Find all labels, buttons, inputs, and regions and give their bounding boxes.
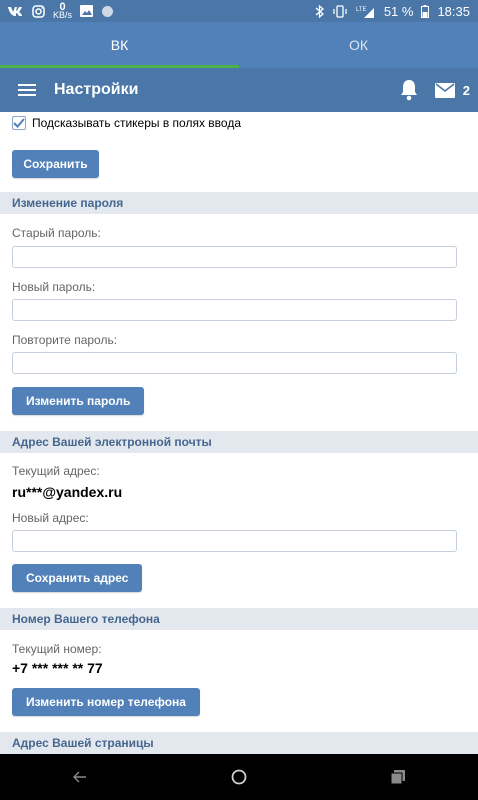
recent-apps-icon[interactable]: [368, 754, 428, 800]
system-nav-bar: [0, 754, 478, 800]
email-section-header: Адрес Вашей электронной почты: [0, 431, 478, 453]
save-email-button[interactable]: Сохранить адрес: [12, 564, 143, 592]
notifications-bell-icon[interactable]: [391, 68, 427, 112]
new-email-label: Новый адрес:: [12, 511, 89, 525]
new-email-input[interactable]: [12, 530, 457, 552]
tab-ok-label: ОК: [348, 37, 369, 53]
lte-icon: LTE: [356, 5, 376, 18]
net-speed-unit: KB/s: [53, 10, 73, 20]
image-icon: [80, 5, 94, 17]
clock: 18:35: [437, 3, 470, 19]
tab-vk-label: ВК: [110, 37, 129, 53]
change-password-button[interactable]: Изменить пароль: [12, 387, 145, 415]
messages-button[interactable]: 2: [434, 82, 470, 98]
menu-icon[interactable]: [0, 68, 54, 112]
settings-content: Подсказывать стикеры в полях ввода Сохра…: [0, 112, 478, 754]
change-phone-button[interactable]: Изменить номер телефона: [12, 688, 200, 716]
vibrate-icon: [332, 4, 348, 18]
instagram-icon: [32, 4, 45, 18]
circle-icon: [101, 5, 114, 18]
current-phone-label: Текущий номер:: [12, 642, 102, 656]
repeat-password-input[interactable]: [12, 352, 457, 374]
net-speed: 0 KB/s: [53, 2, 73, 20]
svg-text:LTE: LTE: [356, 7, 367, 13]
messages-count-badge: 2: [462, 82, 470, 98]
checkmark-icon: [13, 118, 25, 128]
current-phone-value: +7 *** *** ** 77: [12, 660, 103, 676]
bluetooth-icon: [315, 4, 324, 18]
account-tabs: ВК ОК: [0, 22, 478, 68]
tab-ok[interactable]: ОК: [239, 22, 478, 68]
app-header: Настройки 2: [0, 68, 478, 112]
home-icon[interactable]: [209, 754, 269, 800]
page-title: Настройки: [54, 81, 139, 98]
current-email-label: Текущий адрес:: [12, 464, 100, 478]
old-password-label: Старый пароль:: [12, 226, 101, 240]
vk-icon: [8, 6, 24, 16]
screen: { "status_bar": { "icons_left": ["vk-ico…: [0, 0, 478, 800]
current-email-value: ru***@yandex.ru: [12, 484, 123, 500]
new-password-input[interactable]: [12, 299, 457, 321]
new-password-label: Новый пароль:: [12, 280, 96, 294]
status-bar: 0 KB/s LTE 51 % 18:35: [0, 0, 478, 22]
stickers-option: Подсказывать стикеры в полях ввода: [12, 116, 241, 130]
tab-vk[interactable]: ВК: [0, 22, 239, 68]
mail-icon: [434, 82, 455, 98]
battery-level: 51 %: [383, 3, 414, 19]
password-section-header: Изменение пароля: [0, 192, 478, 214]
save-settings-button[interactable]: Сохранить: [12, 150, 99, 178]
repeat-password-label: Повторите пароль:: [12, 333, 118, 347]
page-address-section-header: Адрес Вашей страницы: [0, 732, 478, 754]
stickers-checkbox[interactable]: [12, 116, 26, 130]
old-password-input[interactable]: [12, 246, 457, 268]
back-icon[interactable]: [50, 754, 110, 800]
phone-section-header: Номер Вашего телефона: [0, 608, 478, 630]
battery-icon: [421, 4, 430, 18]
stickers-checkbox-label: Подсказывать стикеры в полях ввода: [32, 116, 241, 130]
